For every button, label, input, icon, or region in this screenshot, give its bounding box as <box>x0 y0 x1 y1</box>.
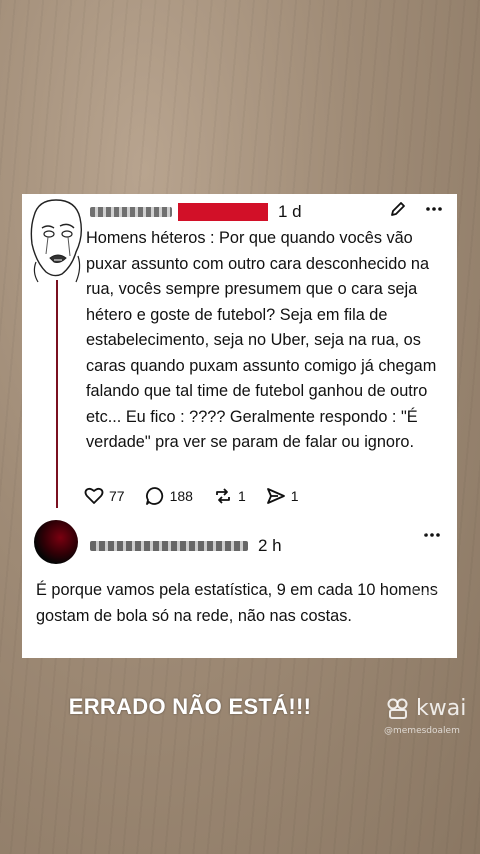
pencil-icon[interactable] <box>389 200 407 218</box>
reply-body: É porque vamos pela estatística, 9 em ca… <box>36 581 438 625</box>
share-count: 1 <box>290 488 299 504</box>
post-card: 1 d Homens héteros : Por que quando você… <box>22 194 457 658</box>
more-icon[interactable] <box>425 206 443 212</box>
side-actions <box>408 506 442 656</box>
comment-icon[interactable] <box>408 566 442 600</box>
comment-button[interactable]: 188 <box>145 486 193 506</box>
thread-line <box>56 280 58 508</box>
post-time: 1 d <box>278 202 302 221</box>
comment-icon <box>145 487 163 505</box>
blurred-username <box>90 207 172 217</box>
kwai-logo: kwai <box>386 696 466 721</box>
crying-wojak-avatar[interactable] <box>24 196 88 284</box>
send-icon <box>266 488 285 504</box>
kwai-icon <box>387 698 408 719</box>
heart-icon[interactable] <box>408 506 442 536</box>
like-count: 77 <box>109 488 125 504</box>
repost-icon <box>216 488 230 504</box>
redaction-block <box>178 203 268 221</box>
share-button[interactable]: 1 <box>266 486 299 506</box>
video-caption: ERRADO NÃO ESTÁ!!! <box>68 694 312 719</box>
share-icon[interactable] <box>408 630 442 656</box>
comment-count: 188 <box>169 488 193 504</box>
kwai-wordmark: kwai <box>416 696 467 721</box>
watermark-handle: @memesdoalem <box>384 726 460 736</box>
reply-author[interactable]: 2 h <box>90 536 282 556</box>
like-button[interactable]: 77 <box>84 487 125 505</box>
post-header-actions <box>389 200 443 218</box>
repost-count: 1 <box>237 488 246 504</box>
reply-time: 2 h <box>258 536 282 555</box>
reply-avatar[interactable] <box>34 520 78 564</box>
post-body: Homens héteros : Por que quando vocês vã… <box>86 229 437 451</box>
blurred-username <box>90 541 248 551</box>
post-actions: 77 188 1 1 <box>84 486 299 506</box>
post-author[interactable]: 1 d <box>90 202 302 222</box>
heart-icon <box>84 487 104 504</box>
repost-button[interactable]: 1 <box>213 486 246 506</box>
